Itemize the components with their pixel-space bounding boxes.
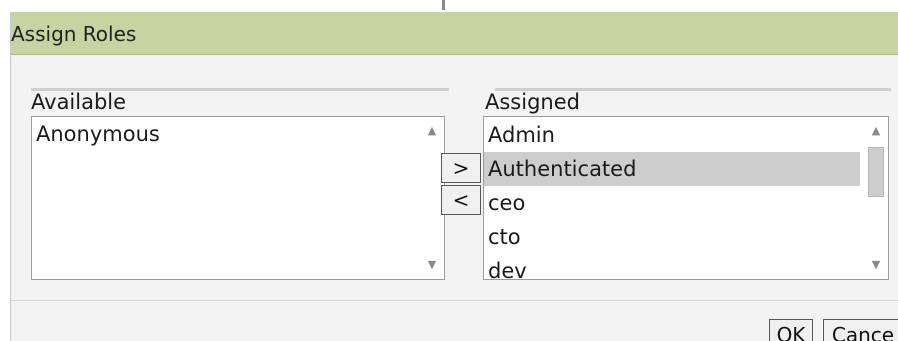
footer-divider — [11, 300, 898, 301]
cancel-button[interactable]: Cance — [823, 319, 898, 341]
assigned-label: Assigned — [485, 90, 580, 114]
list-item-admin[interactable]: Admin — [484, 118, 860, 152]
remove-role-button[interactable]: < — [441, 185, 481, 215]
scroll-down-icon[interactable]: ▼ — [420, 255, 444, 275]
add-role-button[interactable]: > — [441, 153, 481, 183]
page: Assign Roles Available Assigned Anonymou… — [0, 0, 898, 341]
list-item-ceo[interactable]: ceo — [484, 186, 860, 220]
assign-roles-dialog: Assign Roles Available Assigned Anonymou… — [10, 12, 898, 341]
assigned-scrollbar[interactable]: ▲ ▼ — [864, 117, 888, 279]
list-item-cto[interactable]: cto — [484, 220, 860, 254]
scroll-up-icon[interactable]: ▲ — [864, 121, 888, 141]
assigned-roles-list[interactable]: Admin Authenticated ceo cto dev ▲ ▼ — [483, 116, 889, 280]
dialog-title: Assign Roles — [11, 22, 137, 46]
dialog-titlebar[interactable]: Assign Roles — [11, 12, 898, 55]
scroll-down-icon[interactable]: ▼ — [864, 255, 888, 275]
scroll-thumb[interactable] — [868, 147, 884, 197]
ok-button[interactable]: OK — [769, 319, 813, 341]
scroll-up-icon[interactable]: ▲ — [420, 121, 444, 141]
available-label: Available — [31, 90, 127, 114]
available-roles-list[interactable]: Anonymous ▲ ▼ — [31, 116, 445, 280]
list-item-anonymous[interactable]: Anonymous — [32, 117, 416, 151]
list-item-authenticated[interactable]: Authenticated — [484, 152, 860, 186]
list-item-dev[interactable]: dev — [484, 254, 860, 279]
top-divider-tick — [442, 0, 445, 10]
